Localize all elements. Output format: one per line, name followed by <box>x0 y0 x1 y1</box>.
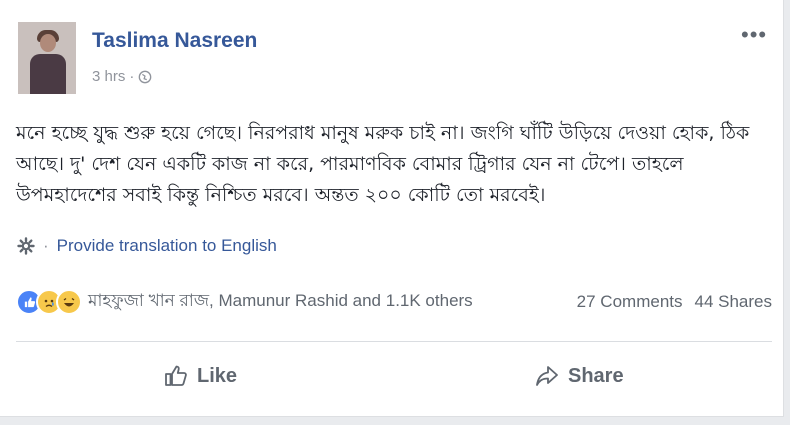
post-card: Taslima Nasreen 3 hrs · ••• মনে হচ্ছে যু… <box>0 0 784 417</box>
avatar-body <box>30 54 66 94</box>
globe-icon <box>139 70 152 83</box>
share-button[interactable]: Share <box>534 363 624 389</box>
share-arrow-icon <box>536 366 558 386</box>
translation-link[interactable]: Provide translation to English <box>57 236 277 256</box>
author-name[interactable]: Taslima Nasreen <box>92 29 257 53</box>
post-timestamp[interactable]: 3 hrs <box>92 68 125 85</box>
share-label: Share <box>568 364 624 387</box>
translation-separator: · <box>43 236 49 255</box>
divider <box>16 341 772 342</box>
like-button[interactable]: Like <box>163 363 237 389</box>
engagement-counts: 27 Comments 44 Shares <box>577 292 772 312</box>
gear-icon[interactable] <box>17 237 35 255</box>
shares-count[interactable]: 44 Shares <box>695 292 773 312</box>
post-text: মনে হচ্ছে যুদ্ধ শুরু হয়ে গেছে। নিরপরাধ … <box>16 122 750 206</box>
meta-separator: · <box>129 68 135 85</box>
reactions-row: মাহফুজা খান রাজ, Mamunur Rashid and 1.1K… <box>16 288 772 316</box>
avatar[interactable] <box>18 22 76 94</box>
thumbs-up-icon <box>165 365 187 386</box>
reacted-by-text[interactable]: মাহফুজা খান রাজ, Mamunur Rashid and 1.1K… <box>88 288 473 316</box>
haha-reaction-icon[interactable] <box>56 289 82 315</box>
comments-count[interactable]: 27 Comments <box>577 292 683 312</box>
translation-row: · Provide translation to English <box>17 236 277 256</box>
like-label: Like <box>197 364 238 387</box>
more-options-button[interactable]: ••• <box>741 24 767 46</box>
post-meta: 3 hrs · <box>92 68 152 85</box>
avatar-face <box>40 34 56 52</box>
